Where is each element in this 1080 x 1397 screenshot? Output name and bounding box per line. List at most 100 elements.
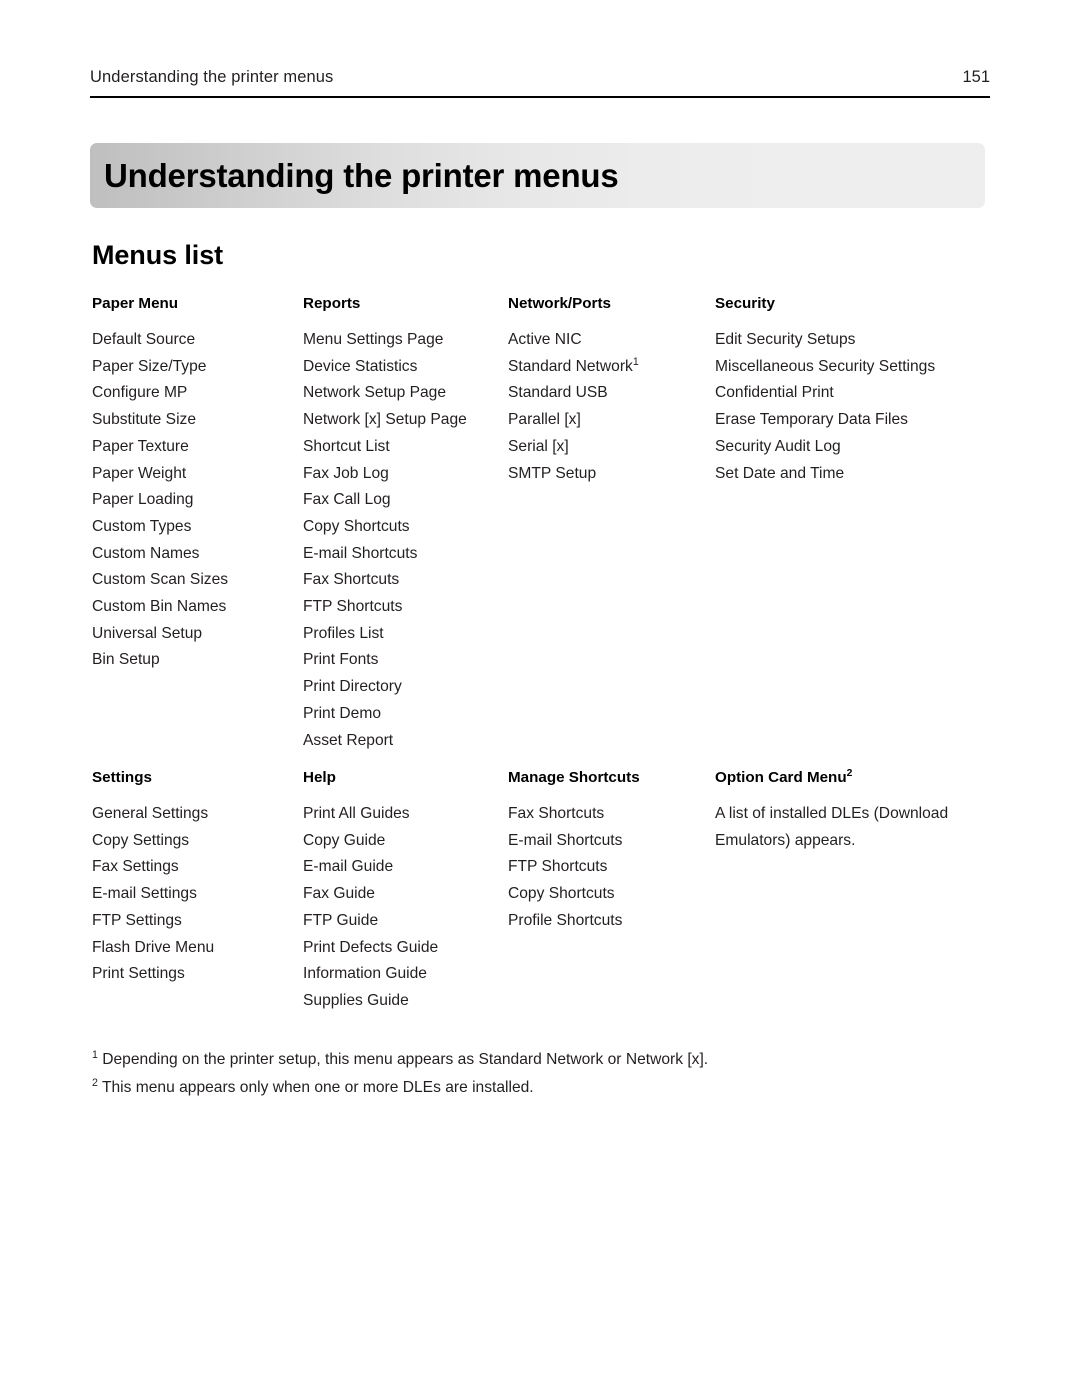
menu-item[interactable]: Device Statistics	[303, 354, 467, 381]
menu-item[interactable]: Profiles List	[303, 621, 467, 648]
footnote-1: 1 Depending on the printer setup, this m…	[92, 1046, 962, 1074]
menu-item[interactable]: Universal Setup	[92, 621, 228, 648]
menu-item[interactable]: Fax Settings	[92, 854, 214, 881]
footnotes-section: 1 Depending on the printer setup, this m…	[92, 1046, 962, 1102]
menu-item[interactable]: SMTP Setup	[508, 461, 639, 488]
chapter-title-banner: Understanding the printer menus	[90, 143, 985, 208]
menu-column-option-card-menu: Option Card Menu2 A list of installed DL…	[715, 768, 980, 854]
page-number: 151	[962, 68, 990, 86]
menu-item[interactable]: General Settings	[92, 801, 214, 828]
footnote-2: 2 This menu appears only when one or mor…	[92, 1074, 962, 1102]
menu-item[interactable]: Shortcut List	[303, 434, 467, 461]
footnote-text: Depending on the printer setup, this men…	[102, 1051, 709, 1068]
menu-item[interactable]: Parallel [x]	[508, 407, 639, 434]
menu-item[interactable]: Print Demo	[303, 701, 467, 728]
menu-item[interactable]: FTP Shortcuts	[303, 594, 467, 621]
menu-item-list: Fax Shortcuts E-mail Shortcuts FTP Short…	[508, 801, 640, 935]
footnote-ref: 1	[632, 355, 639, 368]
menu-item[interactable]: Bin Setup	[92, 647, 228, 674]
menu-item[interactable]: Supplies Guide	[303, 988, 438, 1015]
column-heading: Manage Shortcuts	[508, 769, 640, 786]
chapter-heading: Understanding the printer menus	[104, 156, 619, 194]
running-header-title: Understanding the printer menus	[90, 68, 334, 86]
menu-column-network-ports: Network/Ports Active NIC Standard Networ…	[508, 294, 639, 487]
menu-item[interactable]: Menu Settings Page	[303, 327, 467, 354]
menu-item[interactable]: Fax Shortcuts	[303, 567, 467, 594]
menu-item[interactable]: Fax Shortcuts	[508, 801, 640, 828]
menu-item[interactable]: Standard USB	[508, 380, 639, 407]
menu-item-list: Menu Settings Page Device Statistics Net…	[303, 327, 467, 754]
menu-item-label: Standard USB	[508, 384, 608, 402]
footnote-marker: 2	[92, 1076, 98, 1089]
menu-item[interactable]: Asset Report	[303, 728, 467, 755]
menu-item[interactable]: E-mail Shortcuts	[508, 828, 640, 855]
menu-item-list: Default Source Paper Size/Type Configure…	[92, 327, 228, 674]
menu-item[interactable]: Erase Temporary Data Files	[715, 407, 935, 434]
menu-item[interactable]: Copy Guide	[303, 828, 438, 855]
menu-item[interactable]: Print Fonts	[303, 647, 467, 674]
menu-item[interactable]: Custom Bin Names	[92, 594, 228, 621]
menu-item[interactable]: Paper Loading	[92, 487, 228, 514]
menu-item[interactable]: Security Audit Log	[715, 434, 935, 461]
menu-item-label: Serial [x]	[508, 437, 569, 455]
menu-item[interactable]: Paper Weight	[92, 461, 228, 488]
menu-item[interactable]: Substitute Size	[92, 407, 228, 434]
menu-item[interactable]: Print Settings	[92, 961, 214, 988]
menu-item[interactable]: Information Guide	[303, 961, 438, 988]
menu-column-paper-menu: Paper Menu Default Source Paper Size/Typ…	[92, 294, 228, 674]
menu-item[interactable]: Copy Settings	[92, 828, 214, 855]
menu-item[interactable]: FTP Shortcuts	[508, 854, 640, 881]
column-heading: Option Card Menu2	[715, 768, 980, 788]
page-running-header: Understanding the printer menus 151	[90, 62, 990, 98]
menu-item[interactable]: Print All Guides	[303, 801, 438, 828]
menu-item[interactable]: Custom Names	[92, 541, 228, 568]
menu-item-list: Print All Guides Copy Guide E-mail Guide…	[303, 801, 438, 1015]
menu-item[interactable]: Copy Shortcuts	[508, 881, 640, 908]
menu-item[interactable]: Paper Size/Type	[92, 354, 228, 381]
menu-item[interactable]: Serial [x]	[508, 434, 639, 461]
menu-item[interactable]: Print Directory	[303, 674, 467, 701]
column-heading: Paper Menu	[92, 295, 179, 312]
menu-item[interactable]: Confidential Print	[715, 380, 935, 407]
menu-item[interactable]: Print Defects Guide	[303, 935, 438, 962]
menu-item[interactable]: Configure MP	[92, 380, 228, 407]
menu-item[interactable]: Profile Shortcuts	[508, 908, 640, 935]
menu-item[interactable]: Custom Types	[92, 514, 228, 541]
menu-item[interactable]: Flash Drive Menu	[92, 935, 214, 962]
menu-item[interactable]: Fax Job Log	[303, 461, 467, 488]
menu-item-label: Standard Network	[508, 357, 633, 375]
menu-item[interactable]: Network Setup Page	[303, 380, 467, 407]
column-heading: Network/Ports	[508, 295, 611, 312]
menu-item[interactable]: FTP Settings	[92, 908, 214, 935]
section-heading-menus-list: Menus list	[92, 240, 224, 270]
menu-item-label: SMTP Setup	[508, 464, 597, 482]
menu-item[interactable]: Standard Network1	[508, 354, 639, 381]
column-heading-label: Option Card Menu	[715, 769, 847, 786]
menu-item[interactable]: FTP Guide	[303, 908, 438, 935]
menu-item[interactable]: Set Date and Time	[715, 461, 935, 488]
column-heading: Reports	[303, 295, 361, 312]
menu-item[interactable]: Fax Call Log	[303, 487, 467, 514]
menu-item[interactable]: Edit Security Setups	[715, 327, 935, 354]
menu-column-reports: Reports Menu Settings Page Device Statis…	[303, 294, 467, 754]
menu-column-security: Security Edit Security Setups Miscellane…	[715, 294, 935, 487]
menu-item[interactable]: Custom Scan Sizes	[92, 567, 228, 594]
menu-item[interactable]: Active NIC	[508, 327, 639, 354]
menu-item[interactable]: Paper Texture	[92, 434, 228, 461]
menu-item[interactable]: Network [x] Setup Page	[303, 407, 467, 434]
menu-column-manage-shortcuts: Manage Shortcuts Fax Shortcuts E-mail Sh…	[508, 768, 640, 935]
menu-item[interactable]: E-mail Guide	[303, 854, 438, 881]
footnote-text: This menu appears only when one or more …	[101, 1079, 534, 1096]
menu-item-list: Edit Security Setups Miscellaneous Secur…	[715, 327, 935, 487]
menu-item[interactable]: Miscellaneous Security Settings	[715, 354, 935, 381]
menu-item[interactable]: E-mail Shortcuts	[303, 541, 467, 568]
column-heading: Help	[303, 769, 336, 786]
menu-column-help: Help Print All Guides Copy Guide E-mail …	[303, 768, 438, 1015]
menu-item[interactable]: Default Source	[92, 327, 228, 354]
menu-item[interactable]: E-mail Settings	[92, 881, 214, 908]
footnote-marker: 1	[92, 1048, 98, 1061]
menu-item-list: General Settings Copy Settings Fax Setti…	[92, 801, 214, 988]
menu-item-label: Parallel [x]	[508, 411, 581, 429]
menu-item[interactable]: Fax Guide	[303, 881, 438, 908]
menu-item[interactable]: Copy Shortcuts	[303, 514, 467, 541]
